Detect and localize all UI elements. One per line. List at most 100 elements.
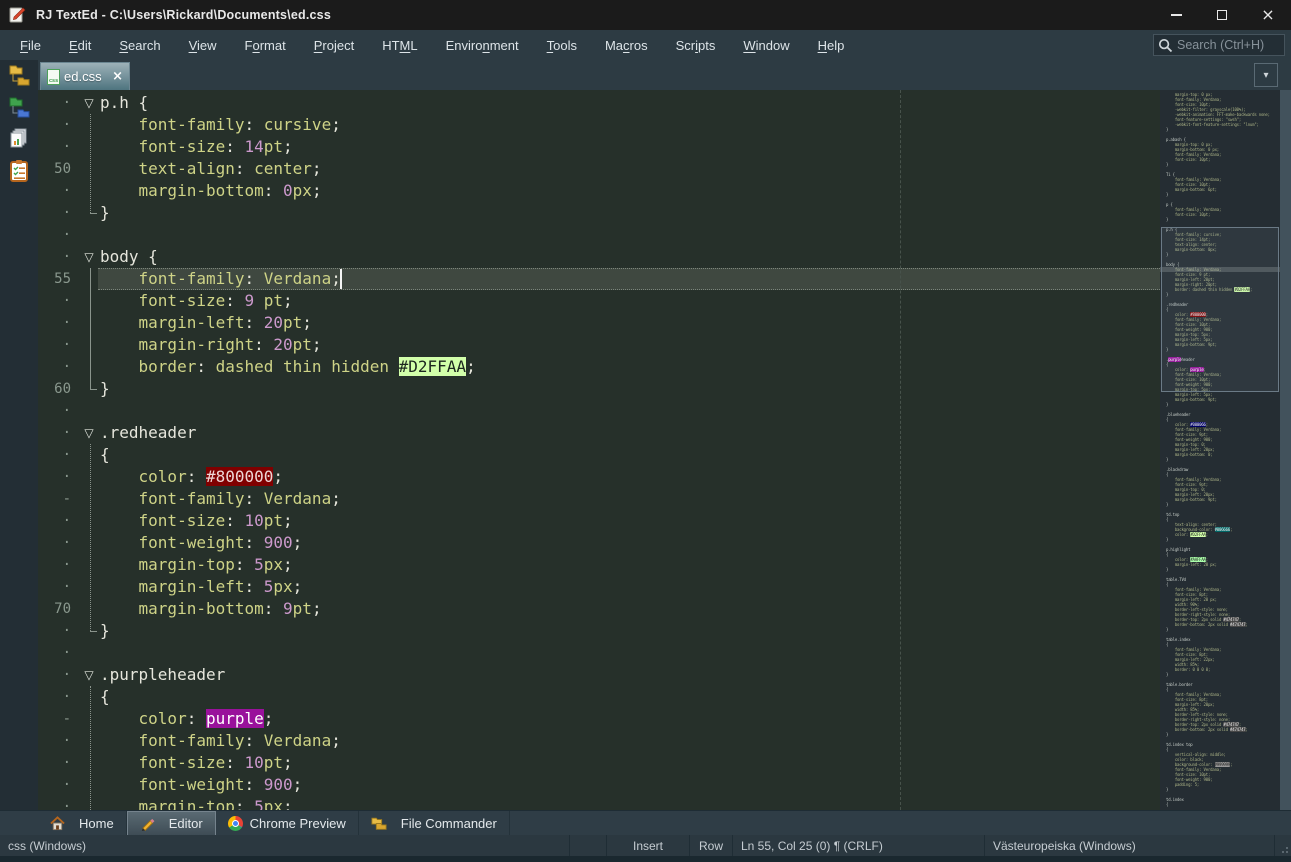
code-text: font-size: 10pt; — [100, 510, 293, 532]
line-number: · — [38, 356, 78, 378]
fold-toggle-icon[interactable]: ▽ — [78, 664, 100, 686]
fold-line-corner — [90, 389, 97, 390]
minimize-button[interactable] — [1153, 0, 1199, 30]
menu-item-tools[interactable]: Tools — [533, 33, 591, 58]
line-number: · — [38, 202, 78, 224]
code-line[interactable]: 60} — [38, 378, 1160, 400]
fold-margin — [78, 796, 100, 810]
maximize-button[interactable] — [1199, 0, 1245, 30]
sidebar-tasks-clipboard-button[interactable] — [4, 158, 34, 188]
menu-item-help[interactable]: Help — [804, 33, 859, 58]
minimap-line: { — [1166, 802, 1280, 807]
status-text: Västeuropeiska (Windows) — [993, 839, 1136, 853]
menu-item-format[interactable]: Format — [231, 33, 300, 58]
resize-grip[interactable] — [1275, 835, 1291, 856]
view-tab-home[interactable]: Home — [38, 811, 127, 835]
code-line[interactable]: · margin-top: 5px; — [38, 796, 1160, 810]
code-line[interactable]: ·▽.purpleheader — [38, 664, 1160, 686]
fold-margin — [78, 312, 100, 334]
view-tab-label: File Commander — [401, 816, 497, 831]
fold-line — [90, 444, 91, 631]
line-number: · — [38, 664, 78, 686]
code-line[interactable]: · margin-left: 5px; — [38, 576, 1160, 598]
tab-close-icon[interactable]: × — [112, 69, 123, 84]
code-line[interactable]: · font-weight: 900; — [38, 774, 1160, 796]
menu-item-edit[interactable]: Edit — [55, 33, 105, 58]
code-line[interactable]: 70 margin-bottom: 9pt; — [38, 598, 1160, 620]
fold-toggle-icon[interactable]: ▽ — [78, 246, 100, 268]
column-ruler — [900, 90, 901, 810]
code-line[interactable]: · font-family: cursive; — [38, 114, 1160, 136]
tab-edcss[interactable]: css ed.css × — [40, 62, 130, 90]
code-line[interactable]: · font-size: 9 pt; — [38, 290, 1160, 312]
code-line[interactable]: · — [38, 642, 1160, 664]
code-line[interactable]: ·} — [38, 202, 1160, 224]
code-line[interactable]: 55 font-family: Verdana; — [38, 268, 1160, 290]
fold-margin — [78, 510, 100, 532]
code-line[interactable]: · — [38, 224, 1160, 246]
code-line[interactable]: ·▽p.h { — [38, 92, 1160, 114]
line-number: · — [38, 290, 78, 312]
code-text: { — [100, 444, 110, 466]
line-number: · — [38, 620, 78, 642]
code-text: p.h { — [100, 92, 148, 114]
code-line[interactable]: · font-size: 14pt; — [38, 136, 1160, 158]
menu-item-scripts[interactable]: Scripts — [662, 33, 730, 58]
code-line[interactable]: - font-family: Verdana; — [38, 488, 1160, 510]
view-tab-editor[interactable]: Editor — [127, 811, 216, 835]
code-line[interactable]: ·{ — [38, 444, 1160, 466]
code-line[interactable]: · border: dashed thin hidden #D2FFAA; — [38, 356, 1160, 378]
tab-list-dropdown-button[interactable]: ▾ — [1254, 63, 1278, 87]
menu-item-macros[interactable]: Macros — [591, 33, 662, 58]
menu-item-search[interactable]: Search — [105, 33, 174, 58]
code-editor[interactable]: ·▽p.h {· font-family: cursive;· font-siz… — [38, 90, 1160, 810]
fold-toggle-icon[interactable]: ▽ — [78, 422, 100, 444]
code-line[interactable]: - color: purple; — [38, 708, 1160, 730]
code-line[interactable]: · color: #800000; — [38, 466, 1160, 488]
code-line[interactable]: · margin-bottom: 0px; — [38, 180, 1160, 202]
code-line[interactable]: · font-size: 10pt; — [38, 752, 1160, 774]
fold-margin — [78, 774, 100, 796]
sidebar-documents-button[interactable] — [4, 126, 34, 156]
code-line[interactable]: · margin-left: 20pt; — [38, 312, 1160, 334]
line-number: 70 — [38, 598, 78, 620]
code-text: margin-top: 5px; — [100, 796, 293, 810]
code-line[interactable]: ·} — [38, 620, 1160, 642]
menu-item-file[interactable]: File — [6, 33, 55, 58]
code-line[interactable]: · font-weight: 900; — [38, 532, 1160, 554]
svg-text:css: css — [49, 78, 58, 84]
code-line[interactable]: ·▽body { — [38, 246, 1160, 268]
code-line[interactable]: · margin-top: 5px; — [38, 554, 1160, 576]
code-line[interactable]: ·{ — [38, 686, 1160, 708]
code-text: margin-bottom: 9pt; — [100, 598, 322, 620]
view-tab-chrome-preview[interactable]: Chrome Preview — [216, 811, 359, 835]
line-number: · — [38, 180, 78, 202]
code-line[interactable]: · margin-right: 20pt; — [38, 334, 1160, 356]
status-text: css (Windows) — [8, 839, 86, 853]
menu-item-window[interactable]: Window — [729, 33, 803, 58]
close-button[interactable]: × — [1245, 0, 1291, 30]
menu-item-environment[interactable]: Environment — [432, 33, 533, 58]
minimap[interactable]: margin-top: 0 px; font-family: Verdana; … — [1160, 90, 1280, 810]
sidebar-folder-tree-button[interactable] — [4, 62, 34, 92]
folders-icon — [371, 816, 394, 831]
fold-toggle-icon[interactable]: ▽ — [78, 92, 100, 114]
line-number: · — [38, 686, 78, 708]
menu-item-view[interactable]: View — [175, 33, 231, 58]
minimap-viewport[interactable] — [1161, 227, 1279, 392]
search-input[interactable] — [1177, 38, 1280, 52]
fold-margin — [78, 598, 100, 620]
fold-margin — [78, 334, 100, 356]
code-line[interactable]: · font-size: 10pt; — [38, 510, 1160, 532]
code-line[interactable]: ·▽.redheader — [38, 422, 1160, 444]
menu-item-html[interactable]: HTML — [368, 33, 431, 58]
sidebar-project-folders-button[interactable] — [4, 94, 34, 124]
menu-item-project[interactable]: Project — [300, 33, 368, 58]
line-number: · — [38, 246, 78, 268]
code-text: } — [100, 202, 110, 224]
code-line[interactable]: 50 text-align: center; — [38, 158, 1160, 180]
line-number: 50 — [38, 158, 78, 180]
code-line[interactable]: · font-family: Verdana; — [38, 730, 1160, 752]
code-line[interactable]: · — [38, 400, 1160, 422]
view-tab-file-commander[interactable]: File Commander — [359, 811, 510, 835]
